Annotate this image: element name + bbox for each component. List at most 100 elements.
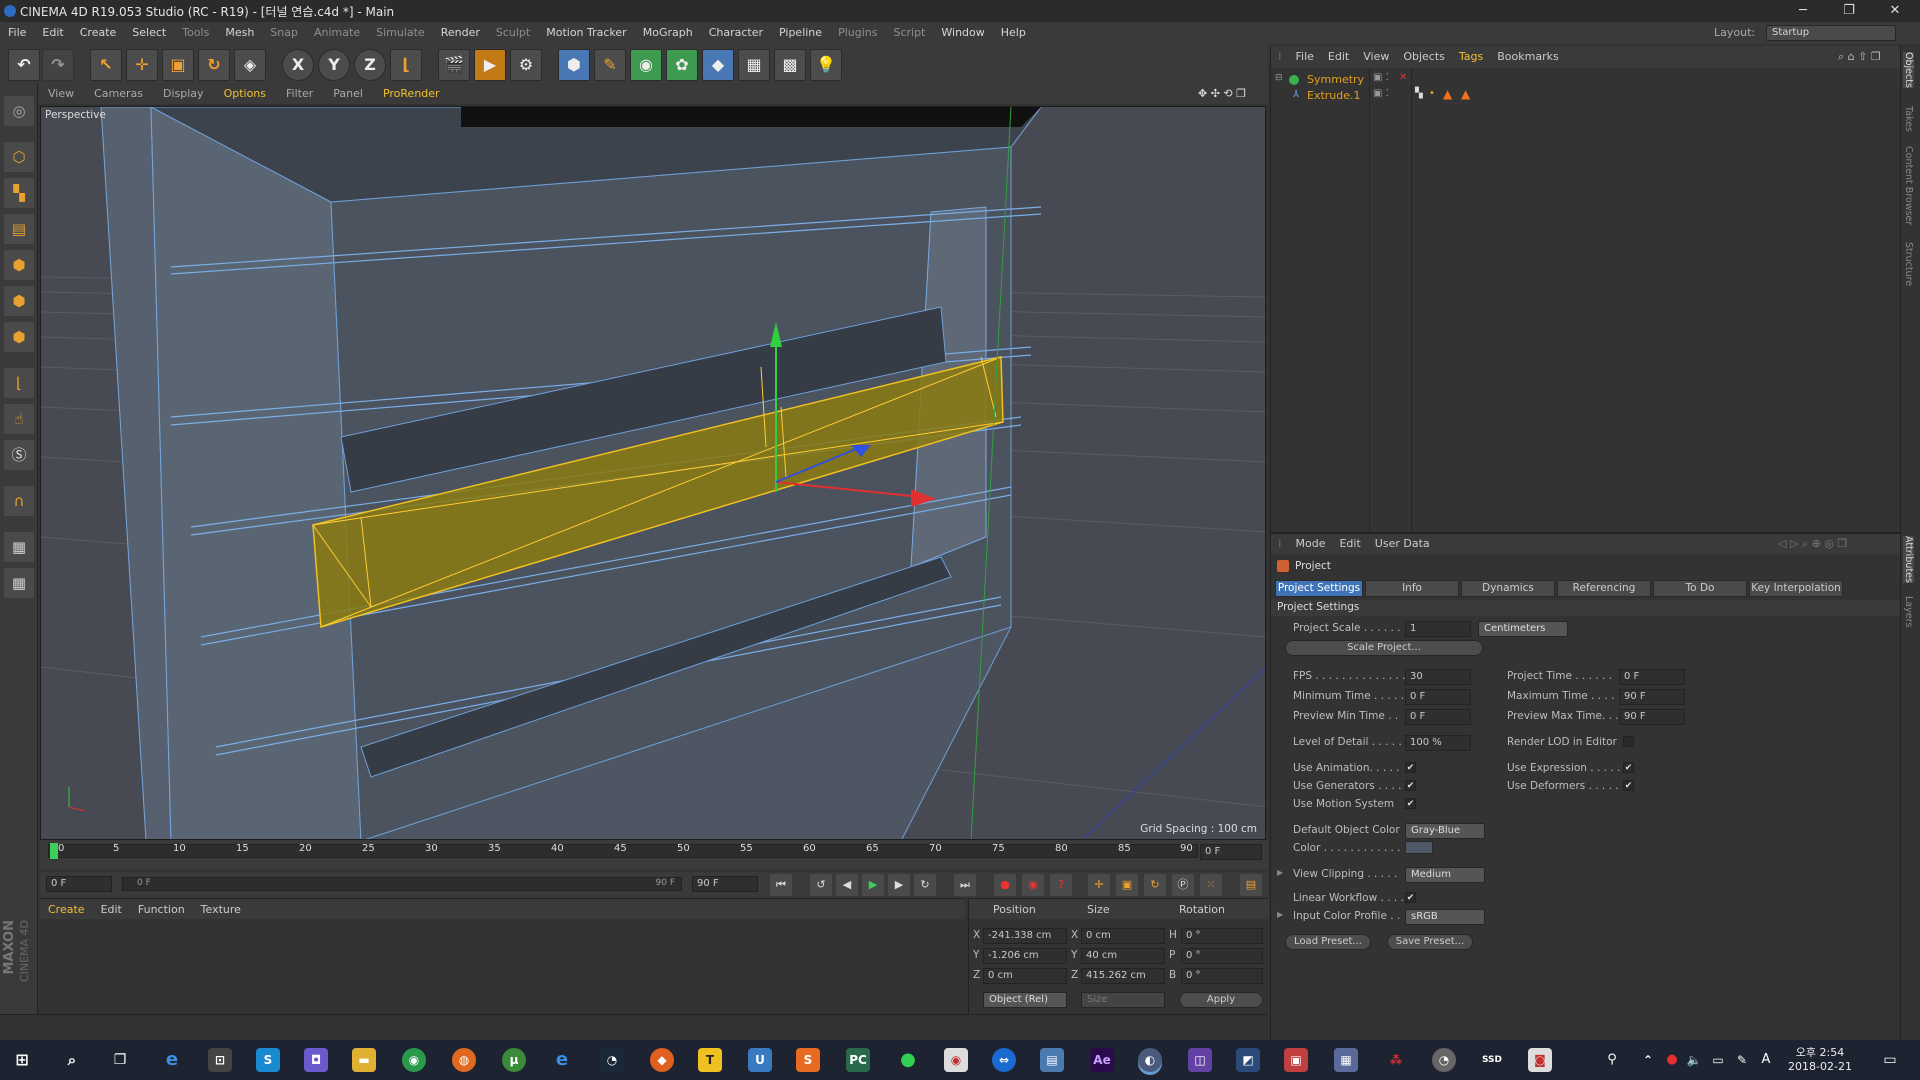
input-color-profile-dropdown[interactable]: sRGB: [1405, 909, 1485, 925]
teamviewer-taskbar-button[interactable]: ⇔: [992, 1048, 1016, 1072]
live-select-button[interactable]: ↖: [90, 49, 122, 81]
texture-mode-button[interactable]: ▚: [4, 178, 34, 208]
objects-menu-file[interactable]: File: [1289, 46, 1321, 68]
points-mode-button[interactable]: ⬢: [4, 250, 34, 280]
viewport-nav-icons[interactable]: ✥ ✣ ⟲ ❐: [1198, 84, 1246, 104]
material-menu-edit[interactable]: Edit: [93, 903, 130, 916]
preview-max-time-field[interactable]: 90 F: [1619, 709, 1685, 725]
use-deformers-checkbox[interactable]: ✔: [1623, 780, 1634, 791]
aftereffects-taskbar-button[interactable]: Ae: [1090, 1048, 1114, 1072]
timeline-window-button[interactable]: ▤: [1240, 874, 1262, 896]
tab-objects-vertical[interactable]: Objects: [1903, 52, 1914, 88]
disabled-icon[interactable]: ✕: [1399, 72, 1407, 83]
use-animation-checkbox[interactable]: ✔: [1405, 762, 1416, 773]
attr-menu-edit[interactable]: Edit: [1332, 534, 1367, 554]
app-green-taskbar-button[interactable]: ●: [896, 1048, 920, 1072]
warning-tag-icon[interactable]: ▲: [1443, 87, 1452, 101]
collapse-icon[interactable]: ⊟: [1275, 73, 1283, 83]
timeline-ruler[interactable]: 0 5 10 15 20 25 30 35 40 45 50 55 60 65 …: [40, 840, 1268, 870]
maximum-time-field[interactable]: 90 F: [1619, 689, 1685, 705]
layout-dropdown[interactable]: Startup: [1766, 25, 1896, 41]
attr-menu-user-data[interactable]: User Data: [1368, 534, 1437, 554]
preview-min-time-field[interactable]: 0 F: [1405, 709, 1471, 725]
position-y-field[interactable]: -1.206 cm: [983, 948, 1067, 964]
viewport-menu-options[interactable]: Options: [214, 84, 276, 104]
app-s-taskbar-button[interactable]: S: [796, 1048, 820, 1072]
polygons-mode-button[interactable]: ⬢: [4, 322, 34, 352]
viewport-menu-filter[interactable]: Filter: [276, 84, 323, 104]
tab-takes-vertical[interactable]: Takes: [1903, 106, 1914, 132]
tab-project-settings[interactable]: Project Settings: [1275, 580, 1363, 597]
use-expression-checkbox[interactable]: ✔: [1623, 762, 1634, 773]
window-app-taskbar-button[interactable]: ▤: [1040, 1048, 1064, 1072]
perspective-viewport[interactable]: Perspective Grid Spacing : 100 cm: [40, 106, 1266, 840]
coordinate-mode-dropdown[interactable]: Object (Rel): [983, 992, 1067, 1008]
tab-referencing[interactable]: Referencing: [1557, 580, 1651, 597]
expand-arrow-icon[interactable]: ▶: [1277, 910, 1283, 919]
attr-nav-icons[interactable]: ◁ ▷ ⌕ ⊕ ◎ ❐: [1771, 534, 1854, 554]
scale-project-button[interactable]: Scale Project...: [1285, 640, 1483, 656]
mode-make-editable-button[interactable]: ◎: [4, 96, 34, 126]
render-lod-checkbox[interactable]: [1623, 736, 1634, 747]
menu-animate[interactable]: Animate: [306, 22, 368, 44]
tab-structure-vertical[interactable]: Structure: [1903, 242, 1914, 286]
key-pla-button[interactable]: ⁙: [1200, 874, 1222, 896]
view-clipping-dropdown[interactable]: Medium: [1405, 867, 1485, 883]
recent-tool-button[interactable]: ◈: [234, 49, 266, 81]
tray-overflow-button[interactable]: ⌃: [1636, 1048, 1660, 1072]
task-view-button[interactable]: ❐: [108, 1048, 132, 1072]
preview-range-slider[interactable]: 0 F 90 F: [122, 877, 682, 891]
texture-tag-icon[interactable]: ▚: [1415, 88, 1423, 99]
menu-help[interactable]: Help: [993, 22, 1034, 44]
app-photo-taskbar-button[interactable]: ▦: [1334, 1048, 1358, 1072]
keyframe-selection-button[interactable]: ?: [1050, 874, 1072, 896]
minimum-time-field[interactable]: 0 F: [1405, 689, 1471, 705]
previous-key-button[interactable]: ↺: [810, 874, 832, 896]
deformer-button[interactable]: ◆: [702, 49, 734, 81]
cloner-button[interactable]: ✿: [666, 49, 698, 81]
firefox-taskbar-button[interactable]: ◍: [452, 1048, 476, 1072]
undo-button[interactable]: ↶: [8, 49, 40, 81]
menu-sculpt[interactable]: Sculpt: [488, 22, 538, 44]
material-menu-function[interactable]: Function: [130, 903, 193, 916]
chrome-taskbar-button[interactable]: ◉: [402, 1048, 426, 1072]
app-red-taskbar-button[interactable]: ◉: [944, 1048, 968, 1072]
minimize-button[interactable]: ─: [1780, 0, 1826, 22]
tab-dynamics[interactable]: Dynamics: [1461, 580, 1555, 597]
pycharm-taskbar-button[interactable]: PC: [846, 1048, 870, 1072]
object-row-symmetry[interactable]: ⊟ Symmetry ▣ ⁚ ✕: [1271, 72, 1901, 88]
go-to-end-button[interactable]: ⏭: [954, 874, 976, 896]
volume-button[interactable]: 🔈: [1682, 1048, 1706, 1072]
menu-pipeline[interactable]: Pipeline: [771, 22, 830, 44]
kakaotalk-taskbar-button[interactable]: T: [698, 1048, 722, 1072]
size-y-field[interactable]: 40 cm: [1081, 948, 1165, 964]
menu-simulate[interactable]: Simulate: [368, 22, 433, 44]
default-object-color-dropdown[interactable]: Gray-Blue: [1405, 823, 1485, 839]
attr-menu-mode[interactable]: Mode: [1289, 534, 1333, 554]
pen-spline-button[interactable]: ✎: [594, 49, 626, 81]
input-language-button[interactable]: A: [1754, 1048, 1778, 1072]
skype-taskbar-button[interactable]: S: [256, 1048, 280, 1072]
visibility-dots-icon[interactable]: ▣ ⁚: [1373, 72, 1389, 83]
close-button[interactable]: ✕: [1872, 0, 1918, 22]
ssd-taskbar-button[interactable]: SSD: [1480, 1048, 1504, 1072]
maximize-button[interactable]: ❐: [1826, 0, 1872, 22]
app-chart-taskbar-button[interactable]: ◩: [1236, 1048, 1260, 1072]
tab-info[interactable]: Info: [1365, 580, 1459, 597]
autokey-button[interactable]: ◉: [1022, 874, 1044, 896]
material-menu-texture[interactable]: Texture: [193, 903, 249, 916]
position-x-field[interactable]: -241.338 cm: [983, 928, 1067, 944]
tab-layers-vertical[interactable]: Layers: [1903, 596, 1914, 627]
objects-menu-bookmarks[interactable]: Bookmarks: [1490, 46, 1565, 68]
linear-workflow-checkbox[interactable]: ✔: [1405, 892, 1416, 903]
edges-mode-button[interactable]: ⬢: [4, 286, 34, 316]
menu-window[interactable]: Window: [933, 22, 992, 44]
load-preset-button[interactable]: Load Preset...: [1285, 934, 1371, 950]
edit-render-settings-button[interactable]: ⚙: [510, 49, 542, 81]
record-active-button[interactable]: ●: [994, 874, 1016, 896]
y-axis-button[interactable]: Y: [318, 49, 350, 81]
menu-snap[interactable]: Snap: [262, 22, 306, 44]
redo-button[interactable]: ↷: [42, 49, 74, 81]
app-doc-taskbar-button[interactable]: ▣: [1284, 1048, 1308, 1072]
object-name[interactable]: Symmetry: [1307, 73, 1364, 86]
